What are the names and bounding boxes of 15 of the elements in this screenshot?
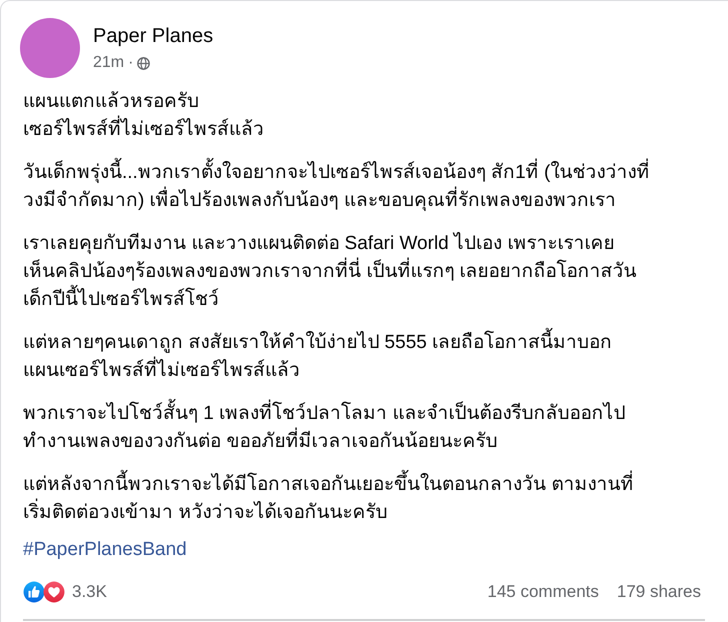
hashtag-link[interactable]: #PaperPlanesBand xyxy=(23,536,187,564)
post-paragraph: แผนแตกแล้วหรอครับ เซอร์ไพรส์ที่ไม่เซอร์ไพรส์แล้ว xyxy=(23,90,265,142)
separator-dot: · xyxy=(128,53,134,73)
post-paragraph: แต่หลายๆคนเดาถูก สงสัยเราให้คำใบ้ง่ายไป 5555 เลยถือโอกาสนี้มาบอก แผนเซอร์ไพรส์ที่ไม่เซอร์ไพรส์แล้ว xyxy=(23,329,713,385)
author-name[interactable]: Paper Planes xyxy=(93,23,214,49)
globe-icon xyxy=(137,56,150,70)
like-icon[interactable] xyxy=(23,581,45,603)
shares-count[interactable]: 179 shares xyxy=(616,582,701,602)
post-time[interactable]: 21m xyxy=(93,53,124,73)
post-paragraph: แต่หลังจากนี้พวกเราจะได้มีโอกาสเจอกันเยอะขึ้นในตอนกลางวัน ตามงานที่ เริ่มติดต่อวงเข้ามา หวังว่าจะได้เจอกันนะครับ xyxy=(23,471,713,527)
post-paragraph: พวกเราจะไปโชว์สั้นๆ 1 เพลงที่โชว์ปลาโลมา และจำเป็นต้องรีบกลับออกไป ทำงานเพลงของวงกันต่อ ขออภัยที่มีเวลาเจอกันน้อยนะครับ xyxy=(23,400,713,456)
comments-count[interactable]: 145 comments xyxy=(487,582,599,602)
post-paragraph: วันเด็กพรุ่งนี้...พวกเราตั้งใจอยากจะไปเซอร์ไพรส์เจอน้องๆ สัก1ที่ (ในช่วงว่างที่ วงมีจำกัดมาก) เพื่อไปร้องเพลงกับน้องๆ และขอบคุณที่รักเพลงของพวกเรา xyxy=(23,159,713,215)
post-paragraph: เราเลยคุยกับทีมงาน และวางแผนติดต่อ Safari World ไปเอง เพราะเราเคย เห็นคลิปน้องๆร้องเพลงของพวกเราจากที่นี่ เป็นที่แรกๆ เลยอยากถือโอกาสวัน เด็กปีนี้ไปเซอร์ไพรส์โชว์ xyxy=(23,231,638,312)
reaction-count[interactable]: 3.3K xyxy=(72,582,107,602)
